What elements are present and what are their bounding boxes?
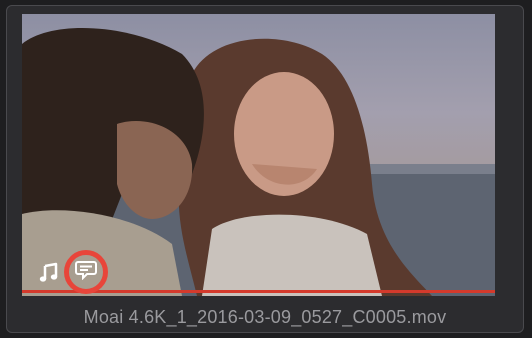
subtitle-caption-icon <box>75 260 97 285</box>
clip-filename: Moai 4.6K_1_2016-03-09_0527_C0005.mov <box>83 307 447 327</box>
music-note-icon <box>38 262 60 284</box>
subtitle-toggle-button[interactable] <box>64 250 108 294</box>
